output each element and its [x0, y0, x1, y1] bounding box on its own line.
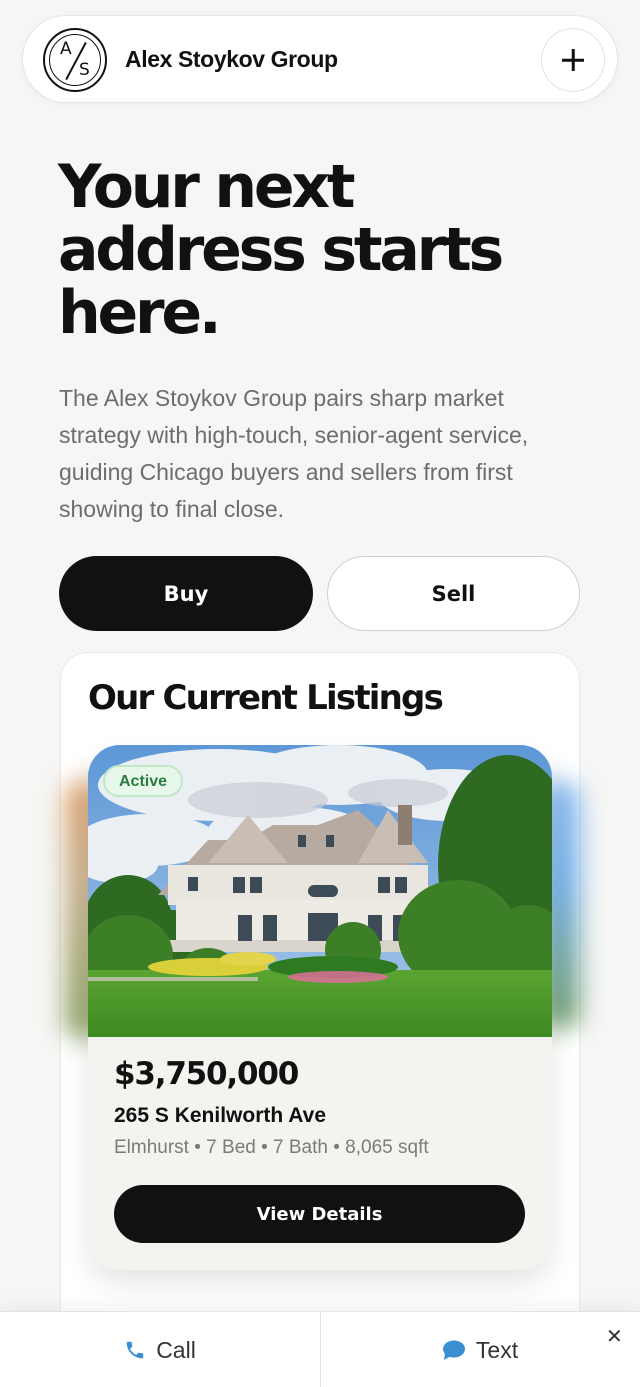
- hero-intro: The Alex Stoykov Group pairs sharp marke…: [59, 385, 529, 522]
- call-label: Call: [156, 1336, 196, 1363]
- buy-button[interactable]: Buy: [59, 556, 313, 631]
- logo-slash: [65, 41, 87, 81]
- listing-details: Elmhurst • 7 Bed • 7 Bath • 8,065 sqft: [114, 1137, 429, 1158]
- listing-card[interactable]: Active $3,750,000 265 S Kenilworth Ave E…: [88, 745, 552, 1270]
- listings-title: Our Current Listings: [88, 678, 444, 718]
- chat-bubble-icon: [442, 1340, 465, 1360]
- hero-headline: Your next address starts here.: [58, 152, 504, 348]
- sell-button[interactable]: Sell: [327, 556, 580, 631]
- text-label: Text: [475, 1336, 519, 1363]
- logo-letter-a: A: [60, 39, 72, 59]
- listing-price: $3,750,000: [114, 1056, 299, 1092]
- logo-letter-s: S: [79, 60, 90, 80]
- contact-bar: Call Text: [0, 1311, 640, 1387]
- call-button[interactable]: Call: [0, 1312, 320, 1387]
- brand-name[interactable]: Alex Stoykov Group: [125, 46, 338, 73]
- listing-address: 265 S Kenilworth Ave: [114, 1104, 327, 1127]
- plus-icon[interactable]: [541, 28, 605, 92]
- status-badge: Active: [103, 765, 184, 797]
- site-header: A S Alex Stoykov Group: [22, 15, 618, 103]
- text-button[interactable]: Text: [320, 1312, 640, 1387]
- view-details-button[interactable]: View Details: [114, 1185, 525, 1243]
- close-icon[interactable]: ✕: [606, 1326, 623, 1346]
- logo[interactable]: A S: [43, 28, 107, 92]
- phone-icon: [126, 1341, 144, 1359]
